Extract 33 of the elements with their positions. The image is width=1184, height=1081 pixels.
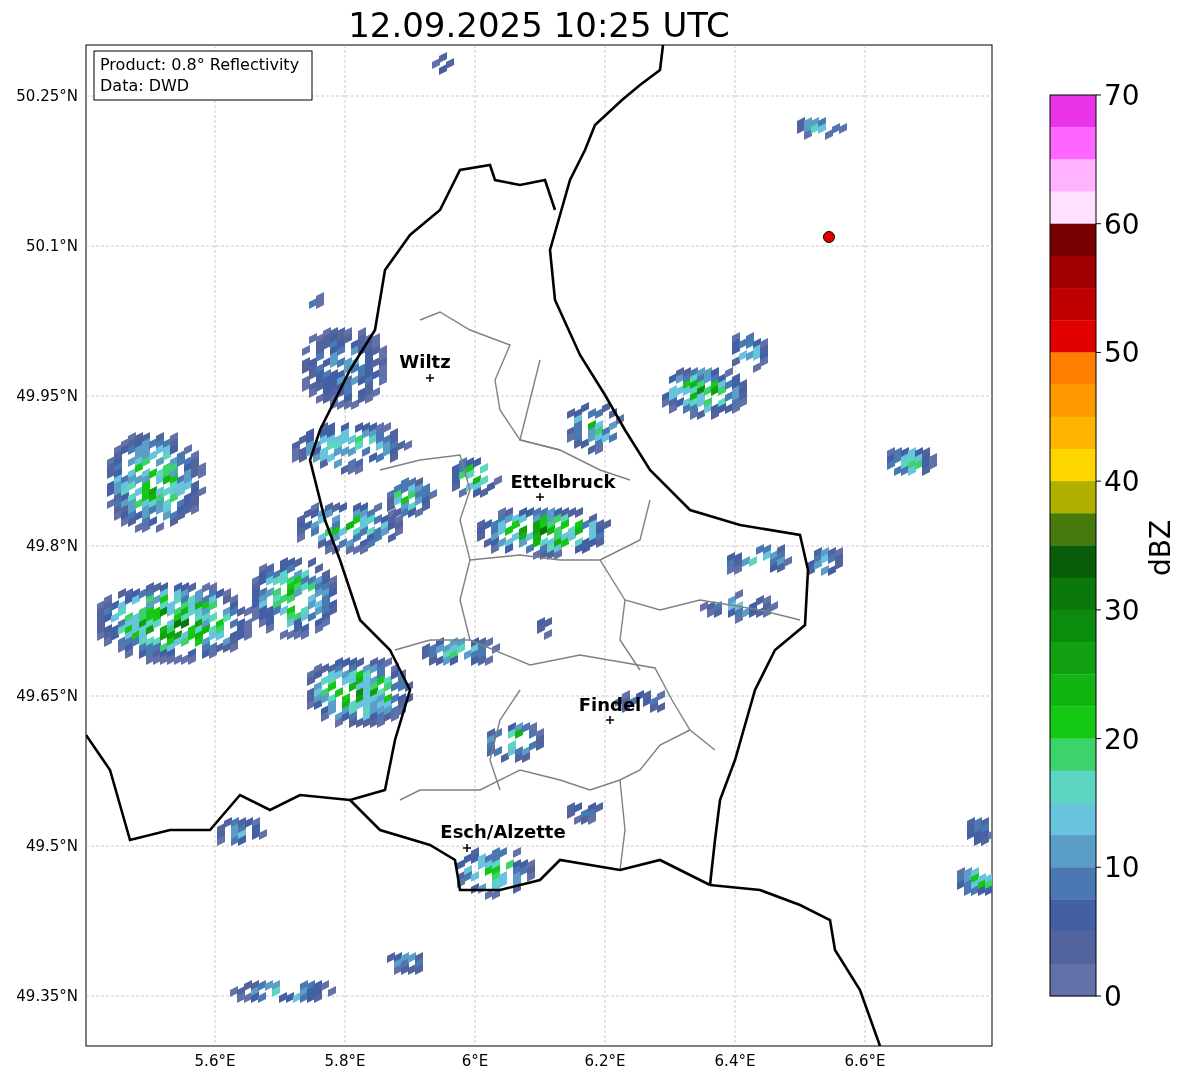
- info-text: Product: 0.8° Reflectivity: [100, 55, 300, 74]
- city-label: Esch/Alzette: [440, 821, 566, 842]
- latitude-label: 49.95°N: [16, 387, 78, 405]
- chart-title: 12.09.2025 10:25 UTC: [348, 5, 730, 45]
- colorbar-tick-label: 10: [1104, 851, 1140, 885]
- longitude-label: 6°E: [461, 1052, 489, 1070]
- longitude-label: 6.4°E: [714, 1052, 756, 1070]
- latitude-label: 50.25°N: [16, 87, 78, 105]
- longitude-label: 6.6°E: [844, 1052, 886, 1070]
- city-label: Wiltz: [399, 351, 451, 372]
- latitude-label: 49.8°N: [25, 537, 78, 555]
- longitude-label: 6.2°E: [584, 1052, 626, 1070]
- latitude-label: 49.5°N: [25, 837, 78, 855]
- city-label: Ettelbruck: [510, 471, 616, 492]
- city-marker-icon: [462, 843, 472, 853]
- colorbar-tick-label: 40: [1104, 465, 1140, 499]
- latitude-label: 50.1°N: [25, 237, 78, 255]
- info-text: Data: DWD: [100, 76, 190, 95]
- colorbar-tick-label: 70: [1104, 79, 1140, 112]
- colorbar-tick-label: 60: [1104, 207, 1140, 241]
- latitude-label: 49.35°N: [16, 987, 78, 1005]
- latitude-label: 49.65°N: [16, 687, 78, 705]
- colorbar-tick-label: 0: [1104, 980, 1122, 1013]
- colorbar-tick-label: 50: [1104, 336, 1140, 370]
- city-marker-icon: [425, 373, 435, 383]
- longitude-label: 5.8°E: [324, 1052, 366, 1070]
- colorbar-tick-label: 30: [1104, 593, 1140, 627]
- colorbar-label: dBZ: [1144, 519, 1177, 577]
- longitude-label: 5.6°E: [194, 1052, 236, 1070]
- city-marker-icon: [605, 715, 615, 725]
- city-marker-icon: [535, 492, 545, 502]
- location-marker-icon: [823, 231, 835, 243]
- colorbar-tick-label: 20: [1104, 722, 1140, 756]
